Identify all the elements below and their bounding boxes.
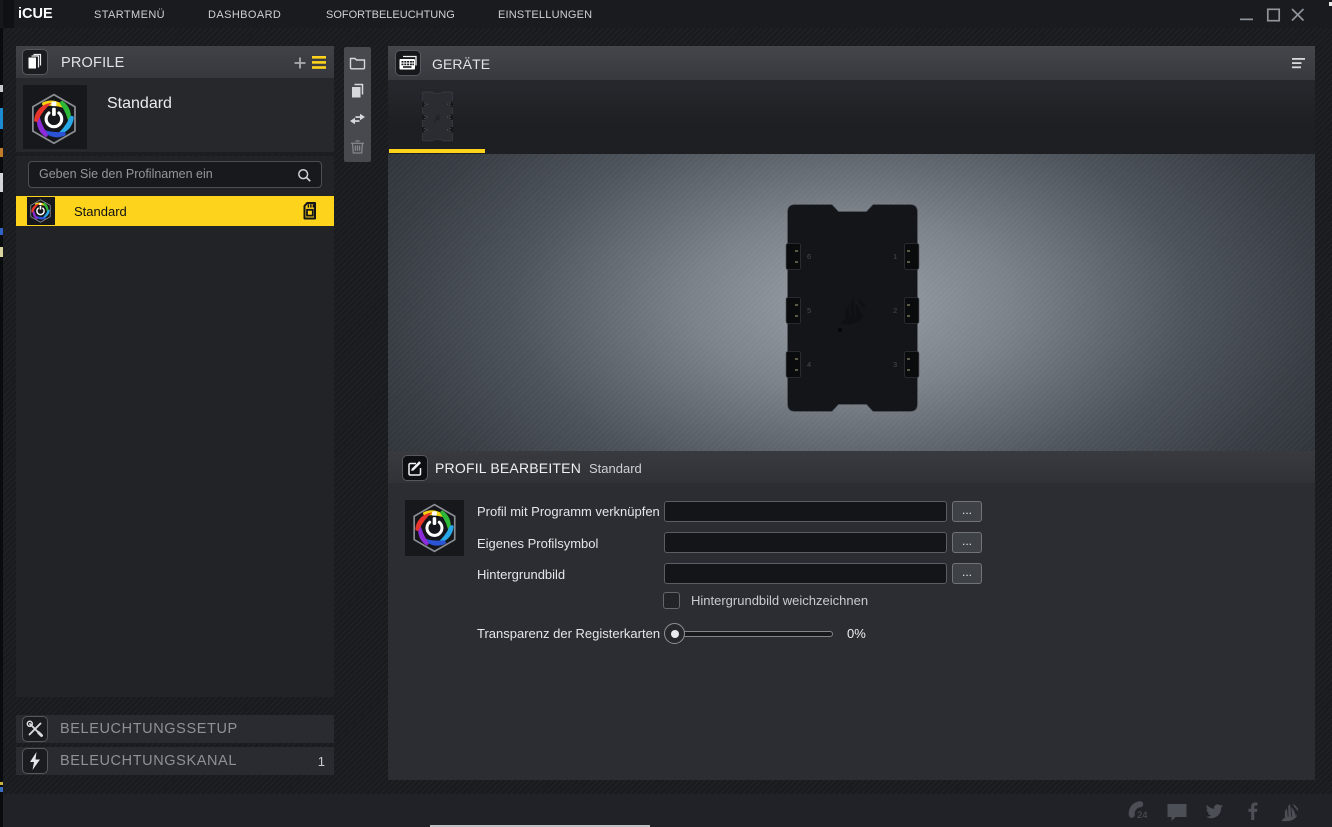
svg-text:24: 24 [1137,810,1148,820]
